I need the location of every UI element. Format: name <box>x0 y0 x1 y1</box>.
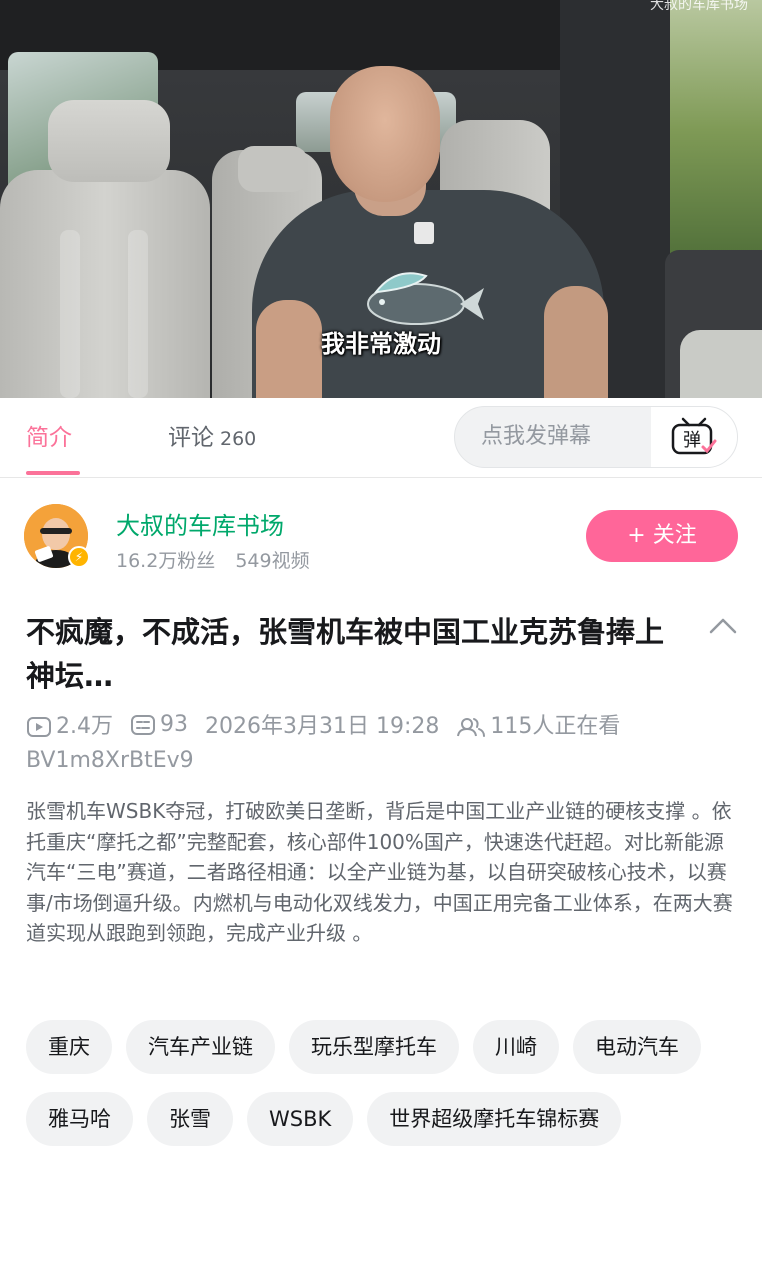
lightning-badge-icon: ⚡ <box>68 546 90 568</box>
uploader-video-count: 549视频 <box>235 550 310 572</box>
uploader-name[interactable]: 大叔的车库书场 <box>116 506 284 541</box>
danmaku-toggle-button[interactable]: 弹 <box>651 407 737 467</box>
danmaku-tv-icon: 弹 <box>671 417 717 455</box>
danmaku-stat: 93 <box>130 712 188 737</box>
watching-people-icon <box>457 718 486 737</box>
video-meta: 2.4万 93 2026年3月31日 19:28 115人正在看 <box>26 708 630 740</box>
publish-time: 2026年3月31日 19:28 <box>205 714 440 739</box>
tag-list: 重庆 汽车产业链 玩乐型摩托车 川崎 电动汽车雅马哈 张雪 WSBK 世界超级摩托车锦标赛 <box>26 1020 746 1164</box>
uploader-stats: 16.2万粉丝 549视频 <box>116 546 310 573</box>
car-seat-left <box>0 170 210 398</box>
tag-chip[interactable]: 川崎 <box>473 1020 559 1074</box>
views-stat: 2.4万 <box>26 708 113 740</box>
danmaku-count: 93 <box>160 711 188 737</box>
tag-chip[interactable]: 张雪 <box>147 1092 233 1146</box>
views-count: 2.4万 <box>56 714 113 739</box>
bvid: BV1m8XrBtEv9 <box>26 748 194 773</box>
video-subtitle: 我非常激动 <box>321 330 441 358</box>
watching-count: 115人正在看 <box>490 714 621 739</box>
tag-chip[interactable]: 世界超级摩托车锦标赛 <box>367 1092 622 1146</box>
tab-intro[interactable]: 简介 <box>26 398 72 478</box>
comments-count: 260 <box>220 428 257 450</box>
video-watermark: 大叔的车库书场 <box>650 0 748 13</box>
video-player[interactable]: 大叔的车库书场 我非常激动 <box>0 0 762 398</box>
tag-chip[interactable]: 重庆 <box>26 1020 112 1074</box>
tab-active-indicator <box>26 471 80 475</box>
watching-stat: 115人正在看 <box>456 708 620 740</box>
uploader-fans: 16.2万粉丝 <box>116 550 216 572</box>
car-headrest-middle <box>238 146 308 192</box>
seat-stripe <box>128 230 148 398</box>
car-window-right <box>655 0 762 260</box>
play-count-icon <box>27 717 51 737</box>
car-headrest-left <box>48 100 170 182</box>
tag-chip[interactable]: 电动汽车 <box>573 1020 701 1074</box>
danmaku-input[interactable]: 点我发弹幕 弹 <box>454 406 738 468</box>
tag-chip[interactable]: 雅马哈 <box>26 1092 133 1146</box>
seat-stripe <box>60 230 80 398</box>
video-title: 不疯魔，不成活，张雪机车被中国工业克苏鲁捧上神坛… <box>26 615 665 693</box>
video-description: 张雪机车WSBK夺冠，打破欧美日垄断，背后是中国工业产业链的硬核支撑 。依托重庆… <box>26 799 733 945</box>
tab-comments-label: 评论 <box>168 425 214 451</box>
danmaku-placeholder: 点我发弹幕 <box>481 424 592 449</box>
danmaku-count-icon <box>131 714 155 735</box>
tag-chip[interactable]: 汽车产业链 <box>126 1020 275 1074</box>
tab-bar: 简介 评论 260 点我发弹幕 弹 <box>0 398 762 478</box>
chevron-up-icon[interactable] <box>708 614 738 638</box>
tag-chip[interactable]: 玩乐型摩托车 <box>289 1020 459 1074</box>
person-head <box>330 66 440 202</box>
follow-button[interactable]: + 关注 <box>586 510 738 562</box>
lapel-mic <box>414 222 434 244</box>
tab-comments[interactable]: 评论 260 <box>168 398 256 478</box>
danmaku-button-glyph: 弹 <box>683 430 701 451</box>
tag-chip[interactable]: WSBK <box>247 1092 354 1146</box>
